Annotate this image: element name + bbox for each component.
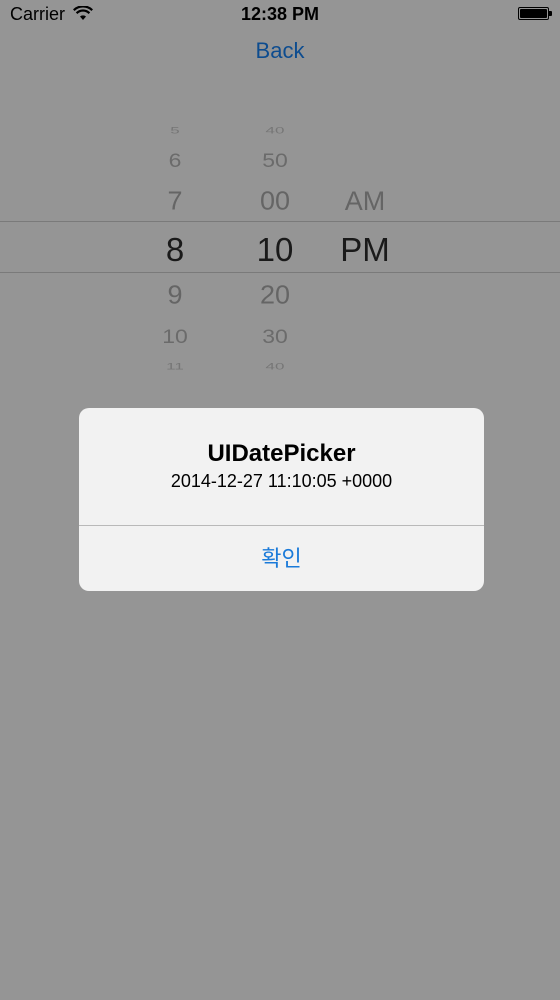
minute-item[interactable]: 40 bbox=[230, 361, 320, 370]
status-bar: Carrier 12:38 PM bbox=[0, 0, 560, 30]
alert-message: 2014-12-27 11:10:05 +0000 bbox=[170, 471, 393, 491]
date-picker[interactable]: 5 6 7 8 9 10 11 40 50 00 10 20 30 40 AM PM bbox=[0, 110, 560, 385]
back-button[interactable]: Back bbox=[0, 38, 560, 64]
minute-item[interactable]: 00 bbox=[230, 187, 320, 214]
hour-item[interactable]: 6 bbox=[130, 150, 220, 170]
status-time: 12:38 PM bbox=[240, 4, 320, 24]
period-item[interactable]: AM bbox=[320, 187, 410, 215]
alert-title: UIDatePicker bbox=[207, 440, 356, 467]
hour-item[interactable]: 10 bbox=[130, 326, 220, 346]
minute-item[interactable]: 10 bbox=[230, 233, 320, 266]
hour-item[interactable]: 8 bbox=[130, 233, 220, 266]
hour-item[interactable]: 11 bbox=[130, 361, 220, 370]
minute-item[interactable]: 50 bbox=[230, 150, 320, 170]
hour-item[interactable]: 9 bbox=[130, 281, 220, 308]
battery-fill bbox=[520, 9, 547, 18]
hour-item[interactable]: 7 bbox=[130, 187, 220, 214]
confirm-button[interactable]: 확인 bbox=[79, 526, 484, 591]
period-item[interactable]: PM bbox=[320, 233, 410, 266]
picker-selection-top-line bbox=[0, 221, 560, 222]
picker-selection-bottom-line bbox=[0, 272, 560, 273]
minute-item[interactable]: 40 bbox=[230, 125, 320, 134]
minute-item[interactable]: 30 bbox=[230, 326, 320, 346]
battery-icon bbox=[518, 7, 552, 21]
hour-item[interactable]: 5 bbox=[130, 125, 220, 134]
alert-dialog: UIDatePicker 2014-12-27 11:10:05 +0000 확… bbox=[79, 408, 484, 591]
minute-item[interactable]: 20 bbox=[230, 281, 320, 308]
